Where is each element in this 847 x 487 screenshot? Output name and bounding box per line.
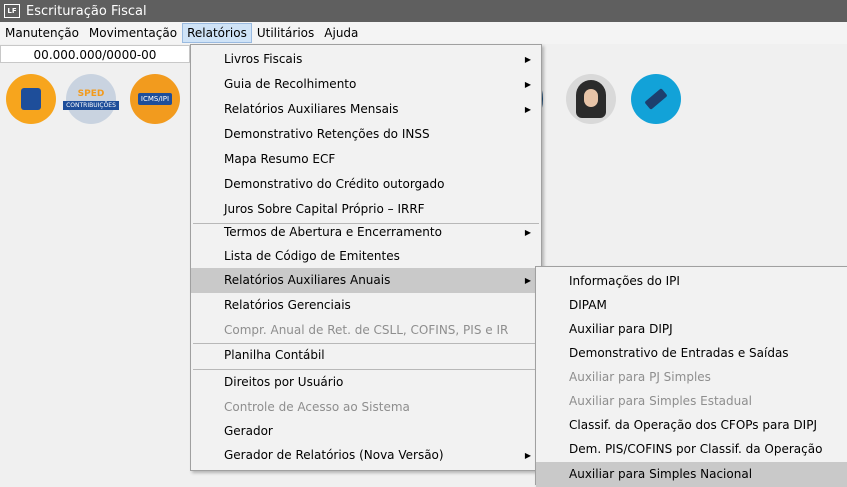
menu-item-demonstrativo-inss[interactable]: Demonstrativo Retenções do INSS bbox=[191, 122, 541, 147]
menu-item-guia-recolhimento[interactable]: Guia de Recolhimento ▶ bbox=[191, 72, 541, 97]
menu-item-planilha-contabil[interactable]: Planilha Contábil bbox=[191, 343, 541, 368]
menu-ajuda[interactable]: Ajuda bbox=[319, 23, 363, 43]
menu-item-compr-anual: Compr. Anual de Ret. de CSLL, COFINS, PI… bbox=[224, 323, 509, 337]
submenu-item-classif-cfops[interactable]: Classif. da Operação dos CFOPs para DIPJ bbox=[536, 413, 847, 438]
menu-item-relatorios-gerenciais[interactable]: Relatórios Gerenciais bbox=[191, 293, 541, 318]
menu-utilitarios[interactable]: Utilitários bbox=[252, 23, 319, 43]
menu-item-mapa-resumo-ecf[interactable]: Mapa Resumo ECF bbox=[191, 147, 541, 172]
submenu-item-pj-simples: Auxiliar para PJ Simples bbox=[569, 370, 711, 384]
submenu-item-entradas-saidas[interactable]: Demonstrativo de Entradas e Saídas bbox=[536, 341, 847, 366]
icms-ipi-icon[interactable]: ICMS/IPI bbox=[130, 74, 180, 124]
menu-item-gerador-nova-versao[interactable]: Gerador de Relatórios (Nova Versão) ▶ bbox=[191, 443, 541, 468]
submenu-item-dem-pis-cofins[interactable]: Dem. PIS/COFINS por Classif. da Operação bbox=[536, 437, 847, 462]
menu-item-juros-capital-proprio[interactable]: Juros Sobre Capital Próprio – IRRF bbox=[191, 197, 541, 222]
auxiliares-anuais-submenu: Informações do IPI DIPAM Auxiliar para D… bbox=[535, 266, 847, 487]
menu-item-controle-acesso: Controle de Acesso ao Sistema bbox=[224, 400, 410, 414]
submenu-item-auxiliar-dipj[interactable]: Auxiliar para DIPJ bbox=[536, 317, 847, 342]
building-icon[interactable] bbox=[6, 74, 56, 124]
menu-bar: Manutenção Movimentação Relatórios Utili… bbox=[0, 22, 847, 44]
submenu-item-simples-estadual: Auxiliar para Simples Estadual bbox=[569, 394, 752, 408]
sped-label: SPED bbox=[77, 88, 105, 99]
submenu-item-informacoes-ipi[interactable]: Informações do IPI bbox=[536, 269, 847, 294]
menu-item-credito-outorgado[interactable]: Demonstrativo do Crédito outorgado bbox=[191, 172, 541, 197]
menu-item-relatorios-auxiliares-anuais[interactable]: Relatórios Auxiliares Anuais ▶ bbox=[191, 268, 541, 293]
contribuicoes-label: CONTRIBUIÇÕES bbox=[63, 100, 119, 110]
icms-ipi-label: ICMS/IPI bbox=[137, 93, 173, 105]
submenu-arrow-icon: ▶ bbox=[524, 451, 531, 460]
relatorios-dropdown: Livros Fiscais ▶ Guia de Recolhimento ▶ Re… bbox=[190, 44, 542, 471]
submenu-arrow-icon: ▶ bbox=[524, 55, 531, 64]
submenu-arrow-icon: ▶ bbox=[524, 105, 531, 114]
submenu-item-simples-nacional[interactable]: Auxiliar para Simples Nacional bbox=[536, 462, 847, 487]
gavel-icon[interactable] bbox=[631, 74, 681, 124]
window-title: Escrituração Fiscal bbox=[26, 3, 147, 19]
menu-item-direitos-usuario[interactable]: Direitos por Usuário bbox=[191, 370, 541, 395]
menu-item-livros-fiscais[interactable]: Livros Fiscais ▶ bbox=[191, 47, 541, 72]
menu-item-gerador[interactable]: Gerador bbox=[191, 419, 541, 444]
assistant-avatar-icon[interactable] bbox=[566, 74, 616, 124]
menu-item-relatorios-auxiliares-mensais[interactable]: Relatórios Auxiliares Mensais ▶ bbox=[191, 97, 541, 122]
menu-movimentacao[interactable]: Movimentação bbox=[84, 23, 182, 43]
menu-relatorios[interactable]: Relatórios bbox=[182, 23, 252, 43]
menu-item-lista-emitentes[interactable]: Lista de Código de Emitentes bbox=[191, 244, 541, 269]
menu-manutencao[interactable]: Manutenção bbox=[0, 23, 84, 43]
submenu-arrow-icon: ▶ bbox=[524, 80, 531, 89]
company-cnpj-field[interactable]: 00.000.000/0000-00 bbox=[0, 45, 190, 63]
submenu-item-dipam[interactable]: DIPAM bbox=[536, 293, 847, 318]
sped-contribuicoes-icon[interactable]: SPED CONTRIBUIÇÕES bbox=[63, 74, 119, 124]
title-bar: LF Escrituração Fiscal bbox=[0, 0, 847, 22]
submenu-arrow-icon: ▶ bbox=[524, 276, 531, 285]
app-logo-icon: LF bbox=[4, 4, 20, 18]
submenu-arrow-icon: ▶ bbox=[524, 228, 531, 237]
menu-item-termos-abertura[interactable]: Termos de Abertura e Encerramento ▶ bbox=[191, 220, 541, 245]
